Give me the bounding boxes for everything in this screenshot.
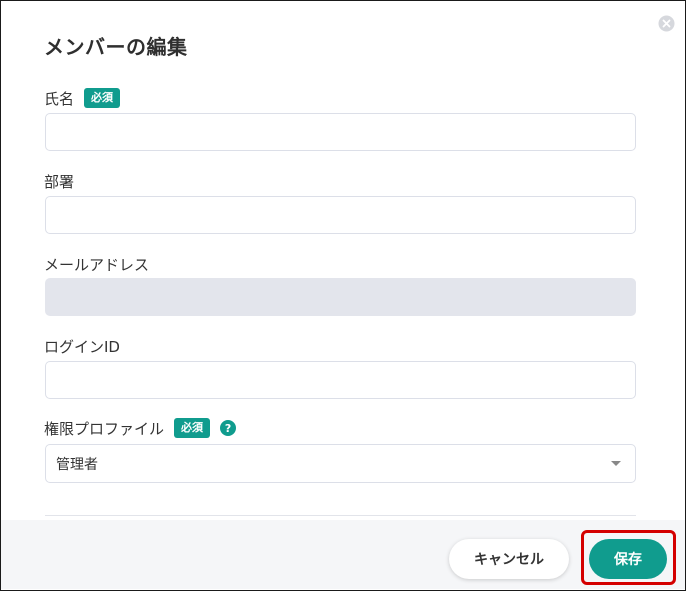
department-label: 部署 [44, 172, 75, 191]
cancel-button[interactable]: キャンセル [449, 539, 569, 579]
login-id-label: ログインID [44, 337, 120, 356]
name-input[interactable] [45, 113, 636, 151]
profile-select[interactable]: 管理者 [45, 444, 636, 483]
save-button[interactable]: 保存 [589, 539, 667, 579]
email-label: メールアドレス [44, 255, 150, 274]
profile-label: 権限プロファイル [44, 419, 165, 438]
required-badge: 必須 [84, 88, 121, 108]
login-id-input[interactable] [45, 361, 636, 399]
department-label-row: 部署 [44, 170, 74, 192]
chevron-down-icon [611, 461, 621, 466]
login-id-label-row: ログインID [44, 335, 120, 357]
edit-member-dialog: メンバーの編集 氏名 必須 部署 メールアドレス ログインID 権限プロファイル… [0, 0, 686, 591]
divider [45, 515, 636, 516]
email-label-row: メールアドレス [44, 253, 149, 275]
profile-label-row: 権限プロファイル 必須 ? [44, 417, 237, 439]
profile-selected-value: 管理者 [56, 456, 98, 473]
department-input[interactable] [45, 196, 636, 234]
dialog-title: メンバーの編集 [44, 35, 188, 59]
name-label: 氏名 [44, 89, 75, 108]
close-icon[interactable] [658, 15, 675, 32]
required-badge: 必須 [174, 418, 211, 438]
name-label-row: 氏名 必須 [44, 87, 121, 109]
email-input [45, 278, 636, 316]
help-icon[interactable]: ? [220, 420, 237, 436]
